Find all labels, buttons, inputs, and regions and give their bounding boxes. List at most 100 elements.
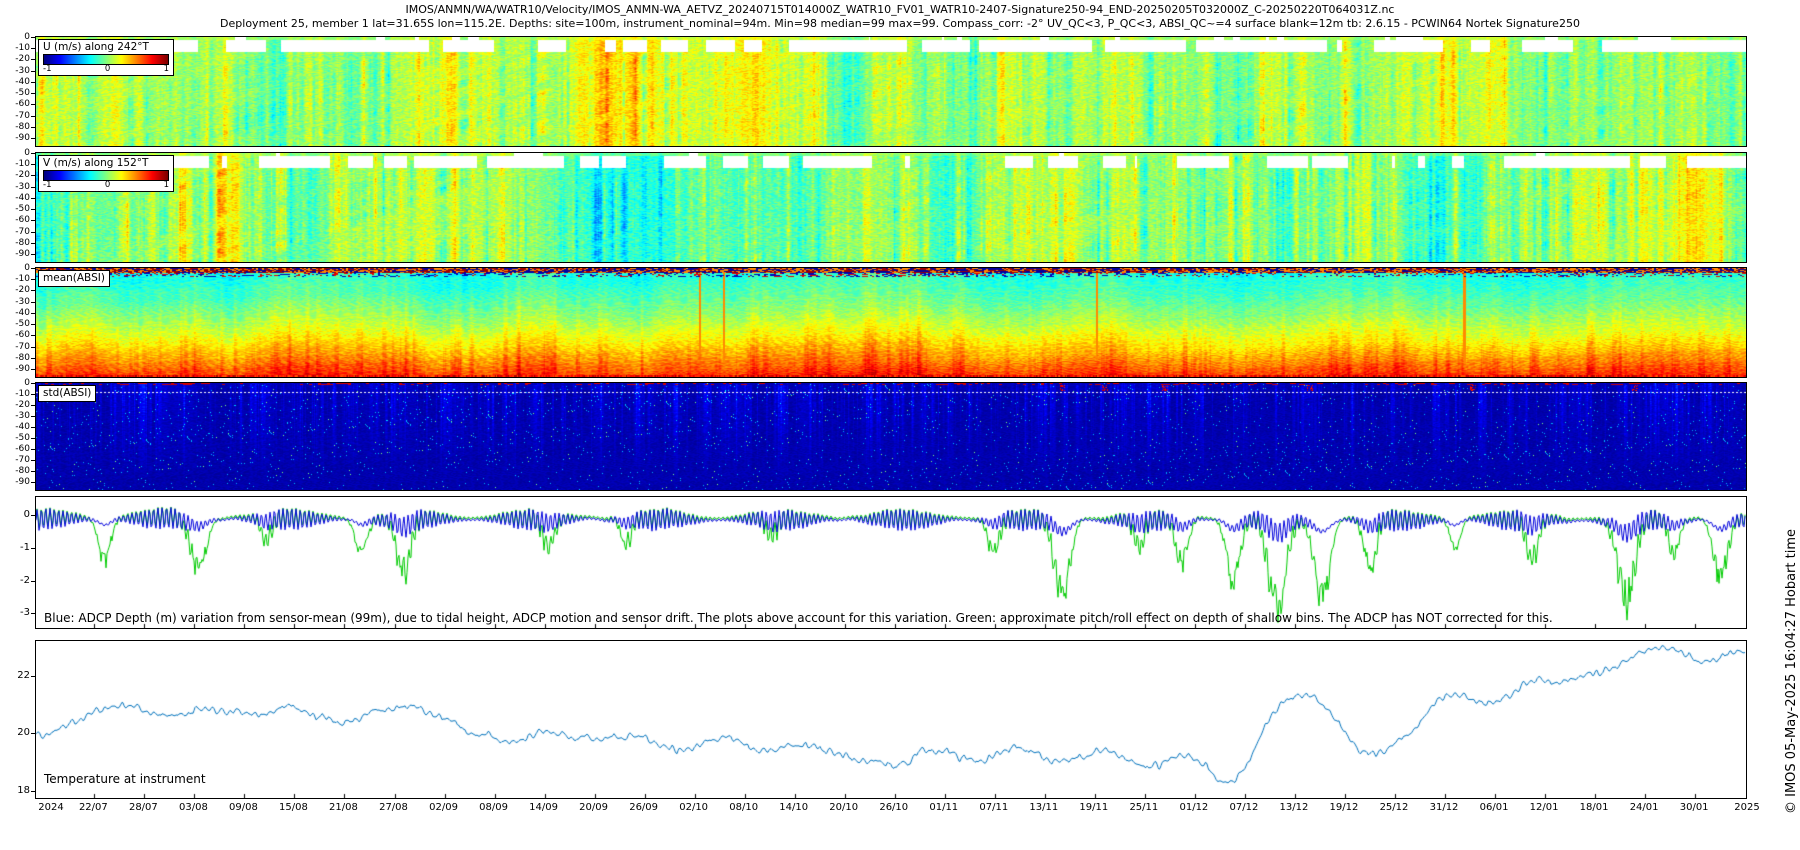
x-tick-label: 01/12 — [1169, 802, 1219, 813]
y-tick-mark — [31, 279, 35, 280]
y-tick-label: -40 — [0, 193, 30, 203]
std-absi-legend-title: std(ABSI) — [43, 387, 91, 400]
y-tick-label: -50 — [0, 204, 30, 214]
y-tick-label: -10 — [0, 43, 30, 53]
y-tick-mark — [31, 460, 35, 461]
y-tick-mark — [31, 116, 35, 117]
y-tick-label: -60 — [0, 444, 30, 454]
mean-absi-legend-title: mean(ABSI) — [43, 272, 105, 285]
x-tick-label: 09/08 — [218, 802, 268, 813]
y-tick-label: 22 — [0, 670, 30, 681]
figure-root: IMOS/ANMN/WA/WATR10/Velocity/IMOS_ANMN-W… — [0, 0, 1800, 850]
y-tick-label: 0 — [0, 148, 30, 158]
y-tick-mark — [31, 581, 35, 582]
y-tick-label: -1 — [0, 542, 30, 553]
x-tick-label: 24/01 — [1619, 802, 1669, 813]
u-velocity-colorbar-ticks: -101 — [43, 65, 169, 74]
x-tick-label: 12/01 — [1519, 802, 1569, 813]
y-tick-mark — [31, 471, 35, 472]
y-tick-label: -60 — [0, 330, 30, 340]
colorbar-tick-label: 1 — [164, 181, 169, 190]
panel-mean-absi: mean(ABSI) — [35, 267, 1747, 378]
y-tick-label: -20 — [0, 170, 30, 180]
y-tick-label: -50 — [0, 433, 30, 443]
y-tick-label: 0 — [0, 378, 30, 388]
y-tick-label: -20 — [0, 285, 30, 295]
y-tick-label: -90 — [0, 133, 30, 143]
y-tick-mark — [31, 153, 35, 154]
y-tick-label: 18 — [0, 785, 30, 796]
y-tick-mark — [31, 383, 35, 384]
y-tick-label: -50 — [0, 319, 30, 329]
y-tick-label: -10 — [0, 389, 30, 399]
y-tick-mark — [31, 369, 35, 370]
y-tick-mark — [31, 548, 35, 549]
y-tick-mark — [31, 71, 35, 72]
y-tick-mark — [31, 438, 35, 439]
x-tick-label: 02/10 — [669, 802, 719, 813]
y-tick-mark — [31, 254, 35, 255]
y-tick-mark — [31, 232, 35, 233]
x-tick-label: 14/09 — [519, 802, 569, 813]
x-tick-label: 19/11 — [1069, 802, 1119, 813]
y-tick-mark — [31, 791, 35, 792]
y-tick-label: -80 — [0, 353, 30, 363]
x-tick-label: 22/07 — [68, 802, 118, 813]
x-tick-label: 19/12 — [1319, 802, 1369, 813]
y-tick-label: -40 — [0, 422, 30, 432]
x-tick-label: 31/12 — [1419, 802, 1469, 813]
std-absi-legend: std(ABSI) — [38, 385, 96, 402]
depth-panel-annotation: Blue: ADCP Depth (m) variation from sens… — [44, 611, 1553, 625]
y-tick-label: -90 — [0, 477, 30, 487]
x-tick-label: 15/08 — [268, 802, 318, 813]
y-tick-mark — [31, 613, 35, 614]
y-tick-mark — [31, 347, 35, 348]
y-tick-mark — [31, 290, 35, 291]
y-tick-mark — [31, 104, 35, 105]
y-tick-mark — [31, 416, 35, 417]
y-tick-label: -40 — [0, 77, 30, 87]
y-tick-label: -2 — [0, 575, 30, 586]
x-tick-label: 13/11 — [1019, 802, 1069, 813]
x-tick-label: 14/10 — [769, 802, 819, 813]
y-tick-mark — [31, 175, 35, 176]
y-tick-label: -80 — [0, 238, 30, 248]
u-velocity-heatmap — [36, 37, 1746, 146]
y-tick-label: -80 — [0, 466, 30, 476]
y-tick-mark — [31, 358, 35, 359]
panel-u-velocity: U (m/s) along 242°T -101 — [35, 36, 1747, 147]
v-velocity-heatmap — [36, 153, 1746, 262]
y-tick-label: -10 — [0, 274, 30, 284]
y-tick-label: -3 — [0, 607, 30, 618]
colorbar-tick-label: -1 — [43, 65, 51, 74]
x-tick-label: 25/11 — [1119, 802, 1169, 813]
y-tick-label: -80 — [0, 122, 30, 132]
imos-watermark: © IMOS 05-May-2025 16:04:27 Hobart time — [1784, 474, 1799, 814]
y-tick-label: -10 — [0, 159, 30, 169]
v-velocity-legend-title: V (m/s) along 152°T — [43, 157, 169, 170]
y-tick-mark — [31, 394, 35, 395]
y-tick-label: 0 — [0, 32, 30, 42]
x-axis-year-left: 2024 — [28, 802, 74, 813]
y-tick-label: -50 — [0, 88, 30, 98]
y-tick-mark — [31, 209, 35, 210]
y-tick-mark — [31, 482, 35, 483]
y-tick-mark — [31, 243, 35, 244]
y-tick-mark — [31, 82, 35, 83]
x-tick-label: 20/10 — [819, 802, 869, 813]
mean-absi-legend: mean(ABSI) — [38, 270, 110, 287]
x-tick-label: 08/10 — [719, 802, 769, 813]
x-tick-label: 07/11 — [969, 802, 1019, 813]
y-tick-mark — [31, 676, 35, 677]
y-tick-label: -20 — [0, 54, 30, 64]
y-tick-mark — [31, 220, 35, 221]
y-tick-mark — [31, 335, 35, 336]
y-tick-mark — [31, 449, 35, 450]
y-tick-mark — [31, 405, 35, 406]
y-tick-label: -90 — [0, 249, 30, 259]
x-tick-label: 27/08 — [369, 802, 419, 813]
x-tick-label: 20/09 — [569, 802, 619, 813]
panel-v-velocity: V (m/s) along 152°T -101 — [35, 152, 1747, 263]
y-tick-label: 20 — [0, 727, 30, 738]
y-tick-mark — [31, 48, 35, 49]
